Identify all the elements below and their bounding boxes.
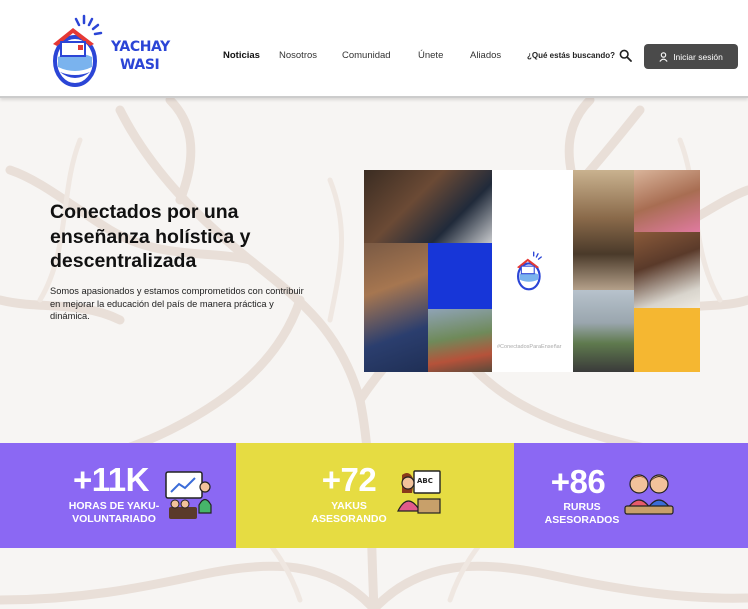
hero-description: Somos apasionados y estamos comprometido… [50,286,304,321]
site-header: YACHAY WASI Noticias Nosotros Comunidad … [0,0,748,98]
stat-label: HORAS DE YAKU-VOLUNTARIADO [68,500,160,525]
stat-volunteer-hours: +11K HORAS DE YAKU-VOLUNTARIADO [0,443,236,548]
svg-text:ABC: ABC [417,477,433,485]
photo-girl-pink [634,170,700,232]
students-icon [624,474,674,515]
teacher-abc-icon: ABC [397,470,441,514]
search-label[interactable]: ¿Qué estás buscando? [527,51,615,60]
stat-value: +11K [73,461,150,498]
collage-logo-icon [517,251,542,291]
stat-value: +72 [321,461,377,498]
photo-field-group [573,290,634,372]
login-button[interactable]: Iniciar sesión [644,44,738,69]
stat-rurus: +86 RURUS ASESORADOS [514,443,748,548]
logo-house-icon[interactable] [48,12,110,90]
brand-line-1: YACHAY [111,39,170,55]
blue-block [428,243,492,309]
hero-title: Conectados por una enseñanza holística y… [50,201,251,272]
brand-name[interactable]: YACHAY WASI [111,38,170,74]
search-icon[interactable] [619,49,632,62]
stat-value: +86 [550,463,606,500]
nav-nosotros[interactable]: Nosotros [279,50,317,61]
photo-child-writing [634,232,700,308]
photo-boy-outdoors [428,309,492,372]
nav-comunidad[interactable]: Comunidad [342,50,391,61]
nav-noticias[interactable]: Noticias [223,50,260,61]
stat-label: YAKUS ASESORANDO [311,500,387,525]
stat-label: RURUS ASESORADOS [544,501,620,526]
hashtag-label: #ConectadosParaEnseñar [497,344,562,350]
teacher-board-icon [165,471,212,519]
login-label: Iniciar sesión [673,51,723,62]
orange-block [634,308,700,372]
photo-teacher-classroom [573,170,634,290]
brand-line-2: WASI [120,57,160,73]
photo-collage [364,170,700,372]
user-icon [659,51,668,62]
stat-yakus: +72 YAKUS ASESORANDO ABC [236,443,514,548]
photo-student-laptop [364,170,492,243]
nav-unete[interactable]: Únete [418,50,443,61]
photo-girl-smiling [364,243,428,372]
nav-aliados[interactable]: Aliados [470,50,501,61]
